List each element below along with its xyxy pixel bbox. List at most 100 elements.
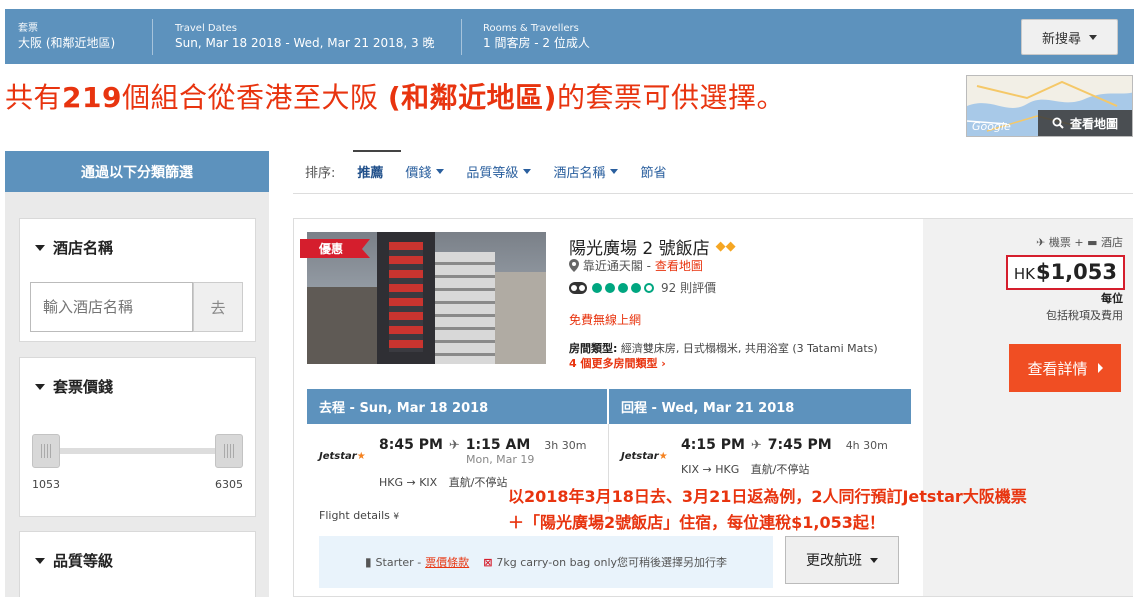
price-slider-max-handle[interactable]	[215, 434, 243, 468]
outbound-arrive-time: 1:15 AM	[465, 437, 531, 453]
inbound-times: 4:15 PM ✈ 7:45 PM 4h 30m	[681, 437, 888, 453]
room-type-label: 房間類型:	[569, 342, 618, 355]
result-count: 219	[62, 81, 122, 114]
price-slider-min-handle[interactable]	[32, 434, 60, 468]
flight-details-toggle[interactable]: Flight details ¥	[319, 509, 399, 522]
sort-savings[interactable]: 節省	[640, 162, 666, 181]
change-flight-label: 更改航班	[806, 553, 862, 569]
hotel-name-filter-toggle[interactable]: 酒店名稱	[20, 219, 255, 258]
filter-header: 通過以下分類篩選	[5, 151, 269, 200]
hotel-name-input[interactable]	[30, 282, 193, 332]
chevron-down-icon	[35, 557, 45, 564]
rating-dot-icon	[644, 282, 654, 293]
price-min-value: 1053	[32, 478, 60, 491]
airline-name: Jetstar	[319, 451, 357, 462]
sort-hotel-name-label: 酒店名稱	[553, 166, 606, 181]
flight-details-label: Flight details	[319, 509, 390, 522]
sort-recommended-label: 推薦	[357, 166, 384, 181]
outbound-header: 去程 - Sun, Mar 18 2018	[307, 389, 607, 424]
sort-recommended[interactable]: 推薦	[357, 162, 383, 181]
view-map-label: 查看地圖	[1069, 116, 1118, 131]
view-details-label: 查看詳情	[1027, 359, 1088, 378]
map-thumbnail[interactable]: Google 查看地圖	[966, 75, 1133, 137]
change-flight-button[interactable]: 更改航班	[785, 536, 899, 584]
price-filter-toggle[interactable]: 套票價錢	[20, 358, 255, 397]
fare-class: Starter -	[375, 555, 422, 569]
review-count: 92 則評價	[661, 281, 717, 295]
outbound-route-text: HKG → KIX	[379, 476, 438, 489]
quality-filter-toggle[interactable]: 品質等級	[20, 532, 255, 571]
google-logo: Google	[972, 120, 1011, 133]
promo-caption: 以2018年3月18日去、3月21日返為例，2人同行預訂Jetstar大阪機票 …	[508, 484, 1027, 536]
search-icon	[1052, 117, 1064, 129]
fare-rules-link[interactable]: 票價條款	[425, 554, 469, 570]
jetstar-logo: Jetstar★	[621, 451, 668, 462]
hotel-name-text: 陽光廣場 2 號飯店	[569, 239, 710, 259]
new-search-button[interactable]: 新搜尋	[1021, 19, 1118, 55]
sort-label: 排序:	[305, 166, 336, 181]
plane-icon: ✈	[750, 437, 762, 453]
search-summary-bar: 套票 大阪 (和鄰近地區) Travel Dates Sun, Mar 18 2…	[5, 9, 1134, 64]
rating-dot-icon	[605, 282, 615, 293]
location-separator: -	[642, 259, 655, 273]
price-panel: ✈ 機票 + ▬ 酒店 HK $1,053 每位 包括稅項及費用 查看詳情	[923, 219, 1133, 596]
ticket-icon: ▮	[364, 555, 372, 569]
headline-region: (和鄰近地區)	[387, 81, 557, 114]
filter-header-label: 通過以下分類篩選	[81, 164, 193, 181]
promo-caption-line1: 以2018年3月18日去、3月21日返為例，2人同行預訂Jetstar大阪機票	[508, 487, 1027, 506]
outbound-depart-time: 8:45 PM	[379, 437, 443, 453]
package-value: 大阪 (和鄰近地區)	[18, 36, 116, 50]
package-result-card: 優惠 陽光廣場 2 號飯店 ◆◆ 靠近通天閣 - 查看地圖 92 則評價 免費無…	[293, 218, 1133, 597]
outbound-stops: 直航/不停站	[448, 476, 508, 489]
room-type-value: 經濟雙床房, 日式榻榻米, 共用浴室 (3 Tatami Mats)	[617, 342, 878, 355]
sort-quality-label: 品質等級	[466, 166, 519, 181]
sort-hotel-name[interactable]: 酒店名稱	[553, 162, 619, 181]
hotel-name-go-button[interactable]: 去	[193, 282, 243, 332]
sort-quality[interactable]: 品質等級	[466, 162, 532, 181]
inbound-stops: 直航/不停站	[750, 463, 810, 476]
inbound-route: KIX → HKG 直航/不停站	[681, 461, 809, 477]
location-text: 靠近通天閣	[582, 259, 643, 273]
divider	[152, 19, 153, 55]
tax-note: 包括稅項及費用	[1046, 309, 1123, 322]
star-rating-icon: ◆◆	[715, 239, 736, 254]
view-map-button[interactable]: 查看地圖	[1038, 110, 1132, 136]
outbound-times: 8:45 PM ✈ 1:15 AM 3h 30m	[379, 437, 586, 453]
building-windows	[389, 242, 423, 352]
tripadvisor-rating[interactable]: 92 則評價	[569, 279, 716, 296]
inbound-duration: 4h 30m	[845, 438, 888, 452]
inbound-header: 回程 - Wed, Mar 21 2018	[609, 389, 911, 424]
tripadvisor-owl-icon	[569, 281, 587, 294]
active-sort-indicator	[353, 150, 401, 152]
outbound-arrive-date: Mon, Mar 19	[466, 453, 535, 466]
plane-icon: ✈	[448, 437, 460, 453]
rooms-label: Rooms & Travellers	[483, 23, 579, 34]
view-map-link[interactable]: 查看地圖	[655, 259, 703, 273]
chevron-down-icon	[35, 383, 45, 390]
double-chevron-down-icon: ¥	[393, 512, 400, 522]
rating-dot-icon	[618, 282, 628, 293]
price-amount: $1,053	[1035, 260, 1117, 284]
hotel-name[interactable]: 陽光廣場 2 號飯店 ◆◆	[569, 234, 736, 259]
baggage-note: 7kg carry-on bag only您可稍後選擇另加行李	[496, 556, 728, 569]
more-room-types-link[interactable]: 4 個更多房間類型 ›	[569, 355, 666, 371]
view-details-button[interactable]: 查看詳情	[1009, 344, 1121, 392]
chevron-down-icon	[610, 169, 619, 174]
sort-price[interactable]: 價錢	[405, 162, 445, 181]
results-headline: 共有219個組合從香港至大阪 (和鄰近地區)的套票可供選擇。	[5, 76, 785, 116]
new-search-label: 新搜尋	[1041, 31, 1081, 47]
chevron-down-icon	[35, 244, 45, 251]
building-shape	[435, 252, 495, 364]
headline-middle: 個組合從香港至大阪	[121, 81, 388, 114]
rating-dot-icon	[592, 282, 602, 293]
quality-filter: 品質等級	[19, 531, 256, 597]
promo-tag: 優惠	[300, 239, 370, 258]
hotel-name-filter: 酒店名稱 去	[19, 218, 256, 342]
chevron-down-icon	[870, 557, 878, 563]
outbound-duration: 3h 30m	[544, 438, 587, 452]
package-type: ✈ 機票 + ▬ 酒店	[1036, 236, 1123, 249]
inbound-depart-time: 4:15 PM	[681, 437, 745, 453]
price-slider-track	[58, 448, 228, 454]
star-icon: ★	[658, 451, 668, 462]
jetstar-logo: Jetstar★	[319, 451, 366, 462]
